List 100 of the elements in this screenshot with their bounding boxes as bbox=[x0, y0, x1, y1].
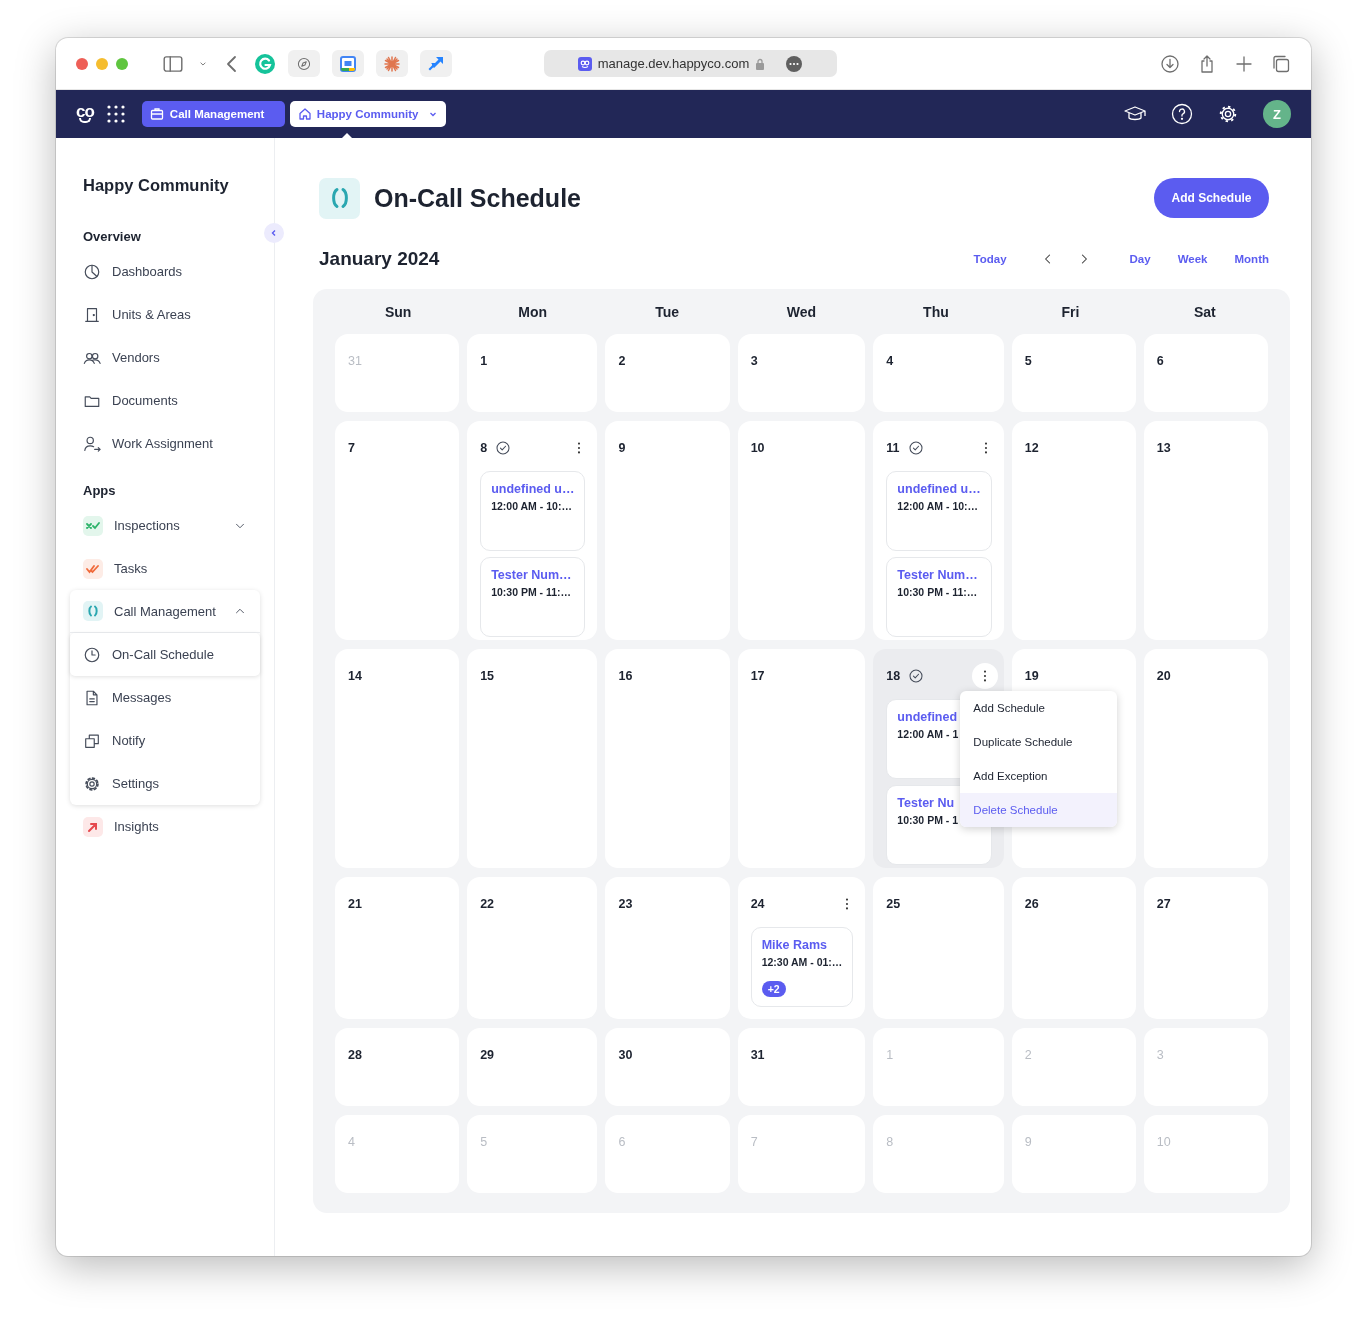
sidebar-item[interactable]: Dashboards bbox=[70, 250, 260, 293]
site-icon bbox=[577, 56, 592, 71]
day-number: 23 bbox=[618, 897, 633, 911]
briefcase-icon bbox=[149, 107, 164, 121]
day-number: 10 bbox=[1156, 1135, 1171, 1149]
asterisk-icon bbox=[384, 55, 400, 72]
sidebar-item[interactable]: Insights bbox=[70, 805, 260, 848]
event-card[interactable]: undefined u… 12:00 AM - 10:… bbox=[480, 471, 586, 551]
download-icon[interactable] bbox=[1160, 53, 1180, 74]
property-dropdown[interactable]: Happy Community bbox=[289, 101, 446, 127]
section-heading: Apps bbox=[83, 483, 117, 498]
collapse-button[interactable] bbox=[264, 223, 284, 243]
double-check-icon bbox=[83, 558, 103, 579]
event-title: Mike Rams bbox=[761, 938, 828, 952]
day-number: 25 bbox=[886, 897, 901, 911]
day-number: 30 bbox=[618, 1048, 633, 1062]
day-number: 7 bbox=[750, 1135, 758, 1149]
event-title: Tester Num… bbox=[897, 568, 979, 582]
check-circle-icon bbox=[907, 440, 924, 456]
user-arrow-icon bbox=[83, 434, 101, 453]
day-number: 9 bbox=[1024, 1135, 1032, 1149]
document-icon bbox=[83, 688, 101, 707]
sidebar-item[interactable]: Messages bbox=[70, 676, 260, 719]
event-time: 12:00 AM - 10:… bbox=[491, 500, 573, 512]
sidebar-item[interactable]: Documents bbox=[70, 379, 260, 422]
day-number: 7 bbox=[348, 441, 355, 455]
more-badge[interactable]: +2 bbox=[761, 981, 786, 997]
day-number: 4 bbox=[348, 1135, 355, 1149]
event-title: undefined u… bbox=[897, 482, 981, 496]
sidebar-item[interactable]: On-Call Schedule bbox=[70, 633, 260, 676]
help-icon[interactable] bbox=[1171, 103, 1193, 125]
sidebar-title: Happy Community bbox=[83, 176, 230, 195]
weekday-label: Mon bbox=[518, 303, 547, 320]
settings-icon[interactable] bbox=[1217, 103, 1239, 125]
sidebar-item[interactable]: Inspections bbox=[70, 504, 260, 547]
add-schedule-button[interactable]: Add Schedule bbox=[1154, 178, 1269, 218]
settings-icon bbox=[83, 774, 101, 793]
day-number: 15 bbox=[480, 669, 495, 683]
extension-button[interactable] bbox=[420, 50, 452, 77]
sidebar-item[interactable]: Settings bbox=[70, 762, 260, 805]
view-tab[interactable]: Week bbox=[1177, 253, 1208, 265]
check-circle-icon bbox=[908, 668, 925, 684]
sidebar-item[interactable]: Units & Areas bbox=[70, 293, 260, 336]
day-number: 6 bbox=[618, 1135, 626, 1149]
extension-button[interactable] bbox=[288, 50, 320, 77]
sidebar-item[interactable]: Vendors bbox=[70, 336, 260, 379]
sidebar-item[interactable]: Tasks bbox=[70, 547, 260, 590]
address-bar[interactable]: manage.dev.happyco.com bbox=[544, 50, 837, 77]
sidebar-item[interactable]: Notify bbox=[70, 719, 260, 762]
tabs-icon[interactable] bbox=[1271, 53, 1291, 74]
day-number: 5 bbox=[480, 1135, 488, 1149]
day-number: 17 bbox=[750, 669, 765, 683]
apps-grid-icon[interactable] bbox=[105, 104, 126, 124]
day-number: 20 bbox=[1156, 669, 1171, 683]
brackets-icon bbox=[83, 601, 103, 621]
event-card[interactable]: undefined u… 12:00 AM - 10:… bbox=[886, 471, 992, 551]
close-button[interactable] bbox=[76, 57, 88, 70]
day-number: 2 bbox=[618, 354, 626, 368]
cross-check-icon bbox=[83, 515, 103, 536]
more-icon[interactable] bbox=[785, 54, 804, 73]
compass-icon bbox=[296, 55, 312, 72]
day-number: 13 bbox=[1156, 441, 1171, 455]
today-link[interactable]: Today bbox=[973, 253, 1007, 265]
sidebar-item[interactable]: Work Assignment bbox=[70, 422, 260, 465]
event-time: 12:00 AM - 1 bbox=[897, 728, 960, 740]
day-number: 26 bbox=[1024, 897, 1039, 911]
extension-button[interactable] bbox=[332, 50, 364, 77]
section-heading: Overview bbox=[83, 229, 142, 244]
house-icon bbox=[297, 107, 312, 121]
view-tab[interactable]: Day bbox=[1129, 253, 1151, 265]
weekday-label: Tue bbox=[655, 303, 679, 320]
menu-item[interactable]: Delete Schedule bbox=[960, 793, 1118, 827]
event-time: 10:30 PM - 11:… bbox=[491, 586, 573, 598]
day-number: 27 bbox=[1156, 897, 1171, 911]
day-number: 31 bbox=[750, 1048, 765, 1062]
weekday-label: Wed bbox=[786, 303, 817, 320]
event-title: undefined bbox=[897, 710, 959, 724]
logo[interactable]: co bbox=[76, 105, 94, 123]
day-number: 11 bbox=[886, 441, 900, 455]
module-button[interactable]: Call Management bbox=[141, 101, 285, 127]
day-number: 10 bbox=[750, 441, 765, 455]
day-number: 4 bbox=[886, 354, 894, 368]
day-number: 29 bbox=[480, 1048, 495, 1062]
day-number: 1 bbox=[886, 1048, 894, 1062]
day-number: 16 bbox=[618, 669, 633, 683]
lock-icon bbox=[755, 57, 766, 70]
view-tab[interactable]: Month bbox=[1234, 253, 1269, 265]
day-number: 6 bbox=[1156, 354, 1164, 368]
door-icon bbox=[83, 305, 101, 324]
day-number: 21 bbox=[348, 897, 362, 911]
day-number: 18 bbox=[886, 669, 901, 683]
pointer-marker bbox=[342, 133, 352, 138]
event-card[interactable]: Mike Rams 12:30 AM - 01:… +2 bbox=[750, 927, 854, 1007]
day-number: 28 bbox=[348, 1048, 362, 1062]
page-title: On-Call Schedule bbox=[374, 183, 581, 213]
event-card[interactable]: Tester Num… 10:30 PM - 11:… bbox=[480, 557, 586, 637]
extension-button[interactable] bbox=[376, 50, 408, 77]
stacked-arrows-icon bbox=[427, 54, 445, 73]
day-number: 8 bbox=[480, 441, 488, 455]
event-card[interactable]: Tester Num… 10:30 PM - 11:… bbox=[886, 557, 992, 637]
